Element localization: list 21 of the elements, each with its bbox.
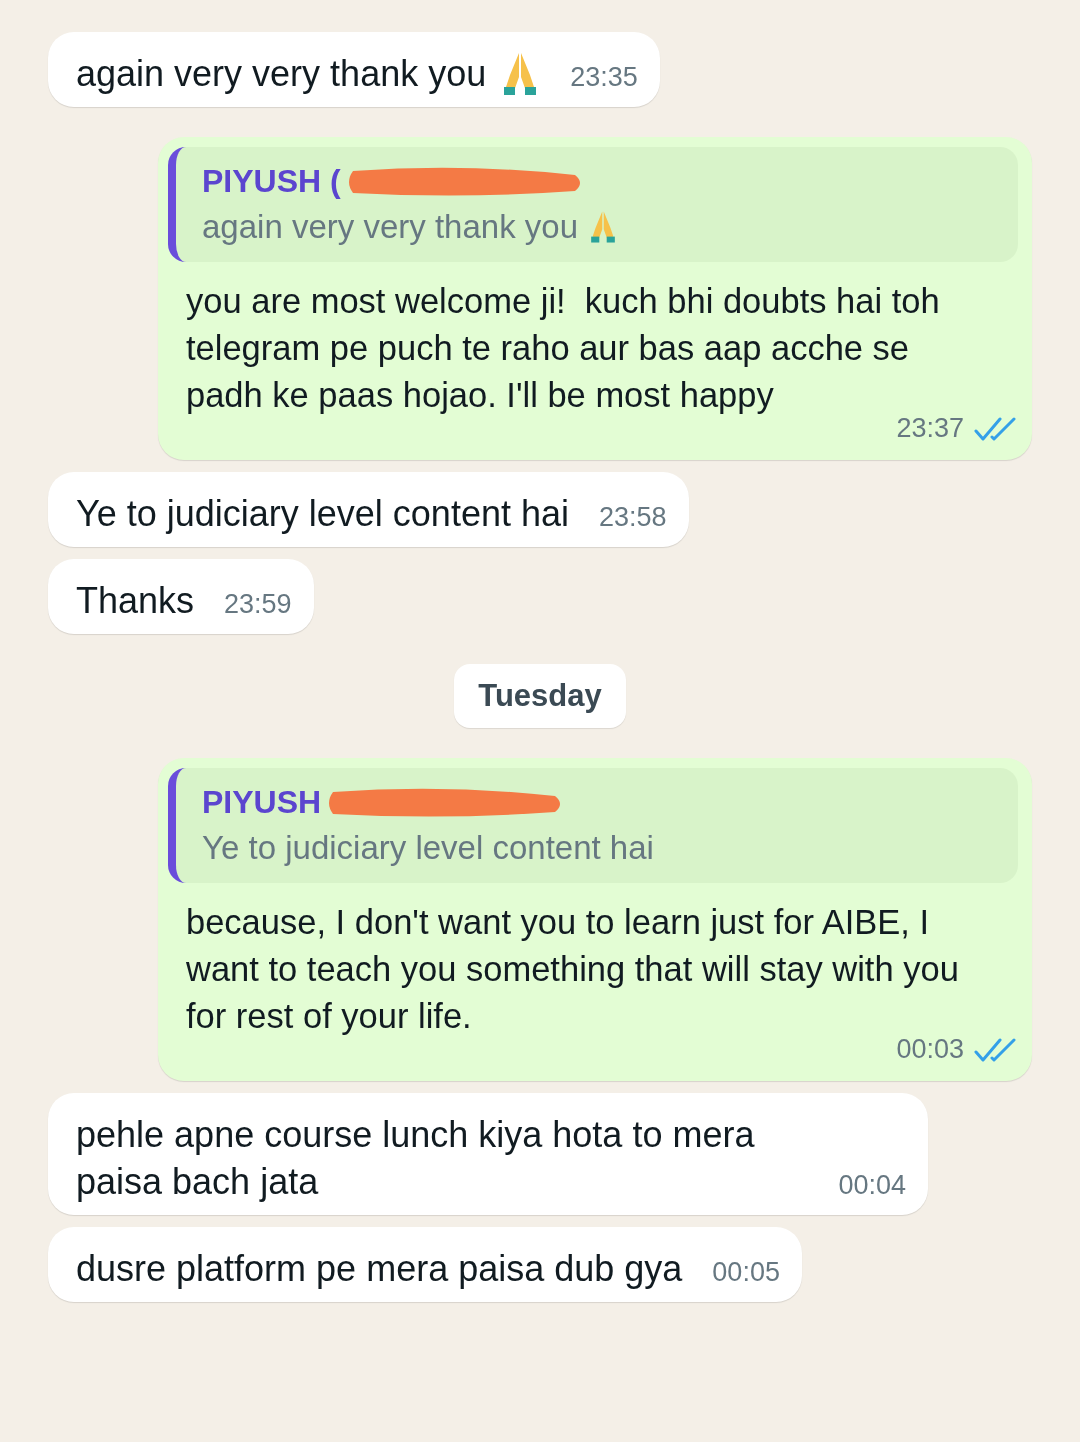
message-time: 23:37 — [896, 413, 964, 444]
message-text: you are most welcome ji! kuch bhi doubts hai toh telegram pe puch te raho aur bas aap acche se padh ke paas hojao. I'll be most happy — [186, 281, 941, 416]
message-text: pehle apne course lunch kiya hota to mera paisa bach jata — [76, 1113, 756, 1204]
quoted-reply[interactable]: PIYUSH ( again very very thank you — [168, 147, 1018, 262]
message-text: Thanks — [76, 579, 195, 623]
message-time: 00:05 — [712, 1257, 780, 1288]
message-time: 23:35 — [570, 62, 638, 93]
date-chip: Tuesday — [454, 664, 626, 728]
message-time: 00:04 — [838, 1170, 906, 1201]
message-time: 00:03 — [896, 1034, 964, 1065]
quote-author: PIYUSH — [202, 784, 322, 821]
message-time: 23:58 — [599, 502, 667, 533]
quoted-text: again very very thank you — [202, 208, 579, 246]
quoted-text: Ye to judiciary level content hai — [202, 829, 654, 867]
message-time: 23:59 — [224, 589, 292, 620]
message-text: because, I don't want you to learn just for AIBE, I want to teach you something that will stay with you for rest of your life. — [186, 902, 960, 1037]
message-text: Ye to judiciary level content hai — [76, 492, 569, 536]
quote-author: PIYUSH ( — [202, 163, 341, 200]
message-text: again very very thank you — [76, 52, 487, 96]
quoted-reply[interactable]: PIYUSH Ye to judiciary level content hai — [168, 768, 1018, 883]
message-text: dusre platform pe mera paisa dub gya — [76, 1247, 683, 1291]
